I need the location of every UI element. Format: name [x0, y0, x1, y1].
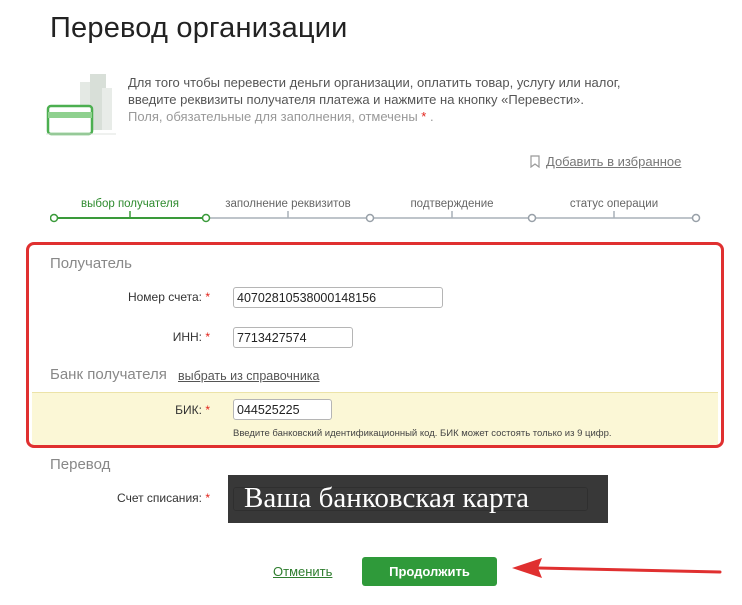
organization-card-illustration: [46, 74, 116, 136]
instructions-line-2: введите реквизиты получателя платежа и н…: [128, 92, 584, 107]
instructions-line-1: Для того чтобы перевести деньги организа…: [128, 75, 621, 90]
required-asterisk: *: [421, 109, 427, 124]
continue-button[interactable]: Продолжить: [362, 557, 497, 586]
debit-account-label: Счет списания: *: [117, 491, 210, 505]
bookmark-icon: [530, 155, 540, 168]
instructions-text: Для того чтобы перевести деньги организа…: [128, 74, 688, 125]
add-to-favorites[interactable]: Добавить в избранное: [530, 154, 681, 169]
page-title: Перевод организации: [50, 12, 348, 44]
step-fill-details: заполнение реквизитов: [225, 198, 351, 210]
pointer-arrow-icon: [512, 558, 722, 578]
progress-stepper: выбор получателя заполнение реквизитов п…: [50, 198, 701, 226]
highlight-frame: [26, 242, 724, 448]
stepper-track: [50, 211, 701, 223]
required-note: Поля, обязательные для заполнения, отмеч…: [128, 109, 434, 124]
caption-text: Ваша банковская карта: [244, 482, 529, 514]
add-to-favorites-link[interactable]: Добавить в избранное: [546, 154, 681, 169]
step-confirmation: подтверждение: [410, 198, 494, 210]
cancel-link[interactable]: Отменить: [273, 564, 332, 579]
transfer-section-title: Перевод: [50, 456, 111, 473]
step-select-recipient: выбор получателя: [80, 198, 180, 210]
step-operation-status: статус операции: [569, 198, 659, 210]
